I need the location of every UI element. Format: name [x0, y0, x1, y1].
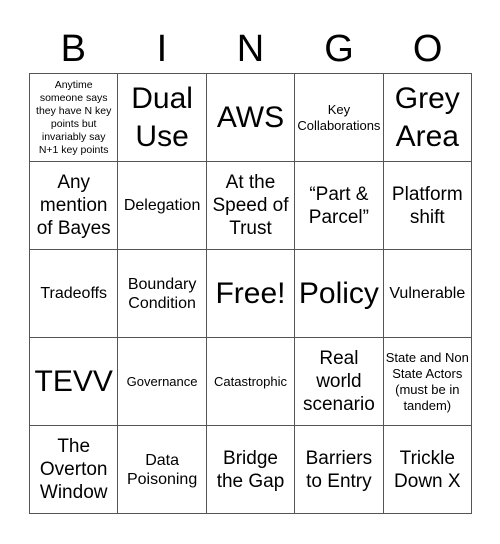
bingo-cell[interactable]: Tradeoffs — [30, 250, 119, 338]
bingo-cell-text: Vulnerable — [389, 285, 466, 302]
bingo-cell-text: The Overton Window — [39, 436, 108, 503]
bingo-cell-text: Governance — [126, 373, 198, 389]
bingo-cell-text: Anytime someone says they have N key poi… — [36, 78, 112, 156]
bingo-cell-text: Key Collaborations — [297, 101, 381, 133]
bingo-cell-text: State and Non State Actors (must be in t… — [385, 349, 469, 413]
bingo-cell[interactable]: Free! — [206, 250, 296, 338]
bingo-cell[interactable]: Key Collaborations — [295, 74, 384, 162]
header-letter: G — [324, 28, 354, 70]
bingo-cell[interactable]: Policy — [295, 250, 384, 338]
bingo-cell[interactable]: Data Poisoning — [118, 426, 207, 514]
header-letter: O — [412, 28, 443, 70]
bingo-cell[interactable]: Governance — [118, 338, 207, 426]
bingo-cell-text: Any mention of Bayes — [36, 172, 111, 239]
bingo-cell[interactable]: Real world scenario — [295, 338, 384, 426]
bingo-cell-text: Platform shift — [391, 183, 463, 228]
bingo-cell[interactable]: At the Speed of Trust — [206, 162, 296, 250]
bingo-cell[interactable]: Anytime someone says they have N key poi… — [30, 74, 119, 162]
bingo-cell[interactable]: The Overton Window — [30, 426, 119, 514]
bingo-cell-text: Barriers to Entry — [305, 447, 373, 492]
bingo-cell-text: “Part & Parcel” — [308, 183, 369, 228]
header-letter: I — [156, 28, 168, 70]
bingo-cell-text: Grey Area — [394, 81, 460, 153]
bingo-cell-text: Catastrophic — [214, 373, 287, 389]
bingo-cell[interactable]: Vulnerable — [383, 250, 472, 338]
bingo-cell-text: Tradeoffs — [40, 285, 108, 302]
bingo-cell[interactable]: Bridge the Gap — [206, 426, 296, 514]
bingo-cell[interactable]: Any mention of Bayes — [30, 162, 119, 250]
bingo-cell-text: Free! — [215, 276, 286, 310]
bingo-cell-text: AWS — [216, 100, 285, 134]
header-letter: N — [236, 28, 265, 70]
bingo-cell-text: Bridge the Gap — [216, 447, 285, 492]
bingo-cell[interactable]: Catastrophic — [206, 338, 296, 426]
bingo-cell-text: Delegation — [123, 197, 201, 214]
bingo-header: B I N G O — [29, 26, 472, 73]
bingo-cell-text: Real world scenario — [302, 348, 375, 415]
bingo-cell[interactable]: Platform shift — [383, 162, 472, 250]
bingo-cell[interactable]: TEVV — [30, 338, 119, 426]
bingo-cell[interactable]: Trickle Down X — [383, 426, 472, 514]
bingo-cell[interactable]: State and Non State Actors (must be in t… — [383, 338, 472, 426]
header-letter: B — [60, 28, 86, 70]
bingo-cell[interactable]: Dual Use — [118, 74, 207, 162]
bingo-cell[interactable]: Boundary Condition — [118, 250, 207, 338]
bingo-cell-text: Trickle Down X — [394, 447, 461, 492]
bingo-cell-text: Dual Use — [131, 81, 193, 153]
bingo-cell[interactable]: AWS — [206, 74, 296, 162]
bingo-cell-text: TEVV — [34, 364, 113, 398]
bingo-cell-text: Data Poisoning — [126, 451, 198, 488]
bingo-cell-text: At the Speed of Trust — [212, 172, 289, 239]
bingo-cell[interactable]: Barriers to Entry — [295, 426, 384, 514]
bingo-cell[interactable]: Delegation — [118, 162, 207, 250]
bingo-grid: Anytime someone says they have N key poi… — [29, 73, 472, 514]
bingo-cell[interactable]: Grey Area — [383, 74, 472, 162]
bingo-cell[interactable]: “Part & Parcel” — [295, 162, 384, 250]
bingo-cell-text: Boundary Condition — [127, 275, 197, 312]
bingo-cell-text: Policy — [298, 276, 379, 310]
